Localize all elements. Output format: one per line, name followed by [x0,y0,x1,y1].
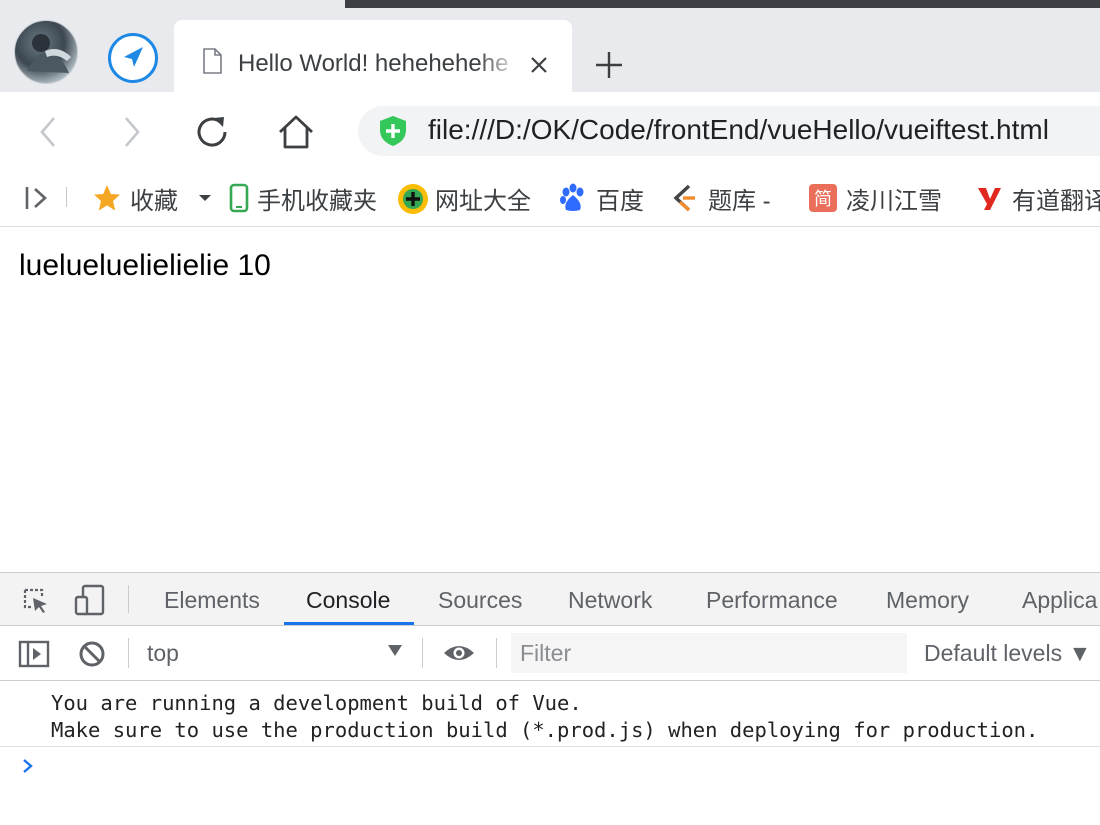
chevron-down-icon[interactable] [198,193,212,203]
bookmark-favorites[interactable]: 收藏 [92,182,212,215]
new-tab-plus-icon[interactable] [594,50,624,80]
url-text[interactable]: file:///D:/OK/Code/frontEnd/vueHello/vue… [428,114,1049,146]
bookmark-tiku[interactable]: 题库 - [670,182,771,215]
star-icon [92,183,122,213]
console-toolbar-divider-3 [496,638,497,668]
active-tab-underline [284,622,414,625]
jianshu-icon: 简 [808,183,838,213]
bookmark-mobile[interactable]: 手机收藏夹 [228,182,377,215]
directory-icon [397,183,428,214]
bookmark-baidu[interactable]: 百度 [558,182,644,215]
console-filter-input[interactable] [511,633,907,673]
console-input[interactable] [50,752,1090,782]
log-levels-dropdown[interactable]: Default levels ▼ [924,640,1091,667]
secure-shield-icon[interactable] [378,115,408,147]
address-bar[interactable]: file:///D:/OK/Code/frontEnd/vueHello/vue… [358,106,1100,156]
svg-text:简: 简 [814,189,832,210]
devtools-tab-elements[interactable]: Elements [164,587,260,614]
devtools-tab-application[interactable]: Applica [1022,587,1097,614]
devtools-tab-performance[interactable]: Performance [706,587,838,614]
profile-avatar[interactable] [14,20,78,84]
inspect-element-icon[interactable] [22,587,50,615]
sidebar-toggle-icon[interactable] [24,184,50,212]
phone-icon [228,183,250,213]
devtools-tab-network[interactable]: Network [568,587,652,614]
baidu-paw-icon [558,183,588,213]
console-message: You are running a development build of V… [0,681,1100,747]
console-message-line-2: Make sure to use the production build (*… [51,718,1039,742]
tab-title: Hello World! hehehehehe [238,50,509,77]
page-icon [203,48,222,74]
window-top-edge [0,0,1100,8]
tab-active[interactable]: Hello World! hehehehehe [174,20,572,100]
console-message-line-1: You are running a development build of V… [51,691,582,715]
devtools-tab-memory[interactable]: Memory [886,587,969,614]
console-prompt-chevron-icon [23,759,33,773]
page-viewport: luelueluelielielie 10 [0,227,1100,572]
home-icon[interactable] [276,112,316,152]
console-toolbar-divider-1 [128,638,129,668]
youdao-icon [974,183,1004,213]
bookmark-youdao[interactable]: 有道翻译 [974,182,1100,215]
device-toggle-icon[interactable] [74,584,106,616]
context-selector[interactable]: top [147,640,179,667]
tiku-icon [670,183,700,213]
page-content-text: luelueluelielielie 10 [19,249,271,282]
eye-icon[interactable] [442,641,476,665]
console-toolbar-divider-2 [422,638,423,668]
context-dropdown-arrow-icon[interactable] [388,645,402,656]
bookmarks-divider [66,187,67,207]
clear-console-icon[interactable] [78,640,106,668]
tab-strip: Hello World! hehehehehe [0,8,1100,100]
close-tab-icon[interactable] [528,54,550,76]
devtools-tab-sources[interactable]: Sources [438,587,522,614]
window-top-edge-dark [345,0,1100,8]
forward-arrow-icon[interactable] [112,112,152,152]
devtools-toolbar-divider [128,585,129,613]
reload-icon[interactable] [193,112,233,152]
navigation-app-icon[interactable] [108,33,158,83]
show-sidebar-icon[interactable] [18,640,50,668]
bookmarks-bar: 收藏 手机收藏夹 网址大全 百度 题库 - 简 凌川江雪 有道翻译 [0,170,1100,227]
devtools-tab-bar: Elements Console Sources Network Perform… [0,572,1100,626]
bookmark-jianshu[interactable]: 简 凌川江雪 [808,182,942,215]
back-arrow-icon[interactable] [30,112,70,152]
devtools-tab-console[interactable]: Console [306,587,390,614]
bookmark-directory[interactable]: 网址大全 [397,182,531,215]
